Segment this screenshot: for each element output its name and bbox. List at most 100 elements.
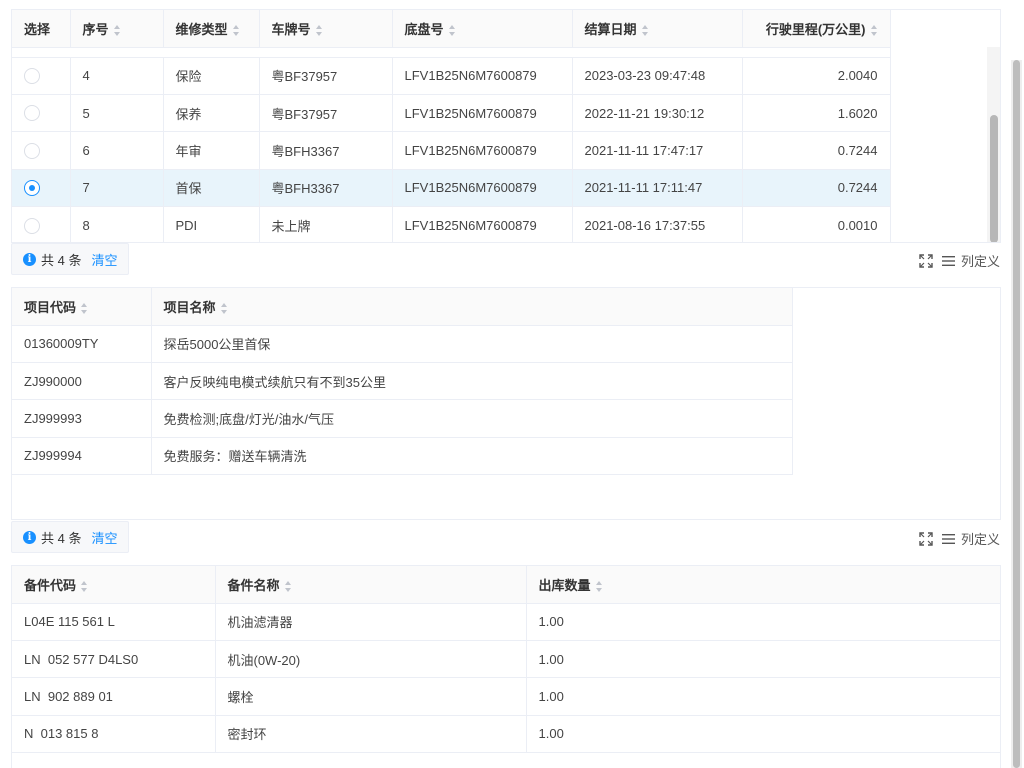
column-settings-button[interactable]: 列定义 xyxy=(961,251,1000,270)
table-row[interactable]: N 013 815 8 密封环 1.00 xyxy=(12,715,1000,754)
table-row[interactable] xyxy=(12,47,891,58)
radio-icon[interactable] xyxy=(24,180,40,197)
row-no: 6 xyxy=(70,131,164,170)
items-header-row: 项目代码 项目名称 xyxy=(12,288,793,326)
table-row[interactable]: L04E 115 561 L 机油滤清器 1.00 xyxy=(12,603,1000,641)
orders-scrollbar[interactable] xyxy=(987,47,1000,242)
radio-icon[interactable] xyxy=(24,217,40,234)
col-header-select: 选择 xyxy=(12,10,71,48)
table-row[interactable]: LN 902 889 01 螺栓 1.00 xyxy=(12,677,1000,716)
col-header-out-qty[interactable]: 出库数量 xyxy=(526,566,1000,604)
row-settle-date: 2022-11-21 19:30:12 xyxy=(572,94,743,133)
item-name: 免费检测;底盘/灯光/油水/气压 xyxy=(151,399,793,438)
item-code: ZJ999994 xyxy=(12,437,152,476)
items-clear-link[interactable]: 清空 xyxy=(91,250,117,269)
col-header-vin[interactable]: 底盘号 xyxy=(392,10,573,48)
column-settings-button[interactable]: 列定义 xyxy=(961,529,1000,548)
row-settle-date: 2021-11-11 17:47:17 xyxy=(572,131,743,170)
table-row[interactable]: ZJ999994 免费服务：赠送车辆清洗 xyxy=(12,437,793,476)
fullscreen-icon[interactable] xyxy=(919,531,933,546)
page-scrollbar[interactable] xyxy=(1011,60,1022,768)
sort-icon[interactable] xyxy=(641,24,649,36)
sort-icon[interactable] xyxy=(113,24,121,36)
row-vin: LFV1B25N6M7600879 xyxy=(392,57,573,95)
row-mileage: 0.7244 xyxy=(742,169,891,208)
item-code: 01360009TY xyxy=(12,325,152,363)
table-row[interactable]: 7 首保 粤BFH3367 LFV1B25N6M7600879 2021-11-… xyxy=(12,169,891,208)
col-header-part-code[interactable]: 备件代码 xyxy=(12,566,216,604)
row-no: 4 xyxy=(70,57,164,95)
list-icon[interactable] xyxy=(941,255,955,267)
items-toolbar: 列定义 xyxy=(919,251,1000,270)
row-settle-date: 2021-08-16 17:37:55 xyxy=(572,206,743,242)
parts-table: 备件代码 备件名称 出库数量 L04E 115 561 L 机油滤清器 1.00… xyxy=(12,566,1000,754)
sort-icon[interactable] xyxy=(284,580,292,592)
part-code: L04E 115 561 L xyxy=(12,603,216,641)
item-name: 免费服务：赠送车辆清洗 xyxy=(151,437,793,476)
table-row[interactable]: LN 052 577 D4LS0 机油(0W-20) 1.00 xyxy=(12,640,1000,679)
page-scrollbar-thumb[interactable] xyxy=(1013,60,1020,768)
sort-icon[interactable] xyxy=(81,580,88,592)
row-repair-type: PDI xyxy=(163,206,260,242)
part-qty: 1.00 xyxy=(526,640,1000,679)
row-repair-type: 保养 xyxy=(163,94,260,133)
sort-icon[interactable] xyxy=(232,24,240,36)
table-row[interactable]: 6 年审 粤BFH3367 LFV1B25N6M7600879 2021-11-… xyxy=(12,131,891,170)
sort-icon[interactable] xyxy=(81,302,88,314)
col-header-repair-type[interactable]: 维修类型 xyxy=(163,10,260,48)
parts-clear-link[interactable]: 清空 xyxy=(91,528,117,547)
orders-scrollbar-thumb[interactable] xyxy=(990,115,998,242)
table-row[interactable]: 8 PDI 未上牌 LFV1B25N6M7600879 2021-08-16 1… xyxy=(12,206,891,242)
row-select-cell[interactable] xyxy=(12,169,71,208)
parts-toolbar: 列定义 xyxy=(919,529,1000,548)
part-qty: 1.00 xyxy=(526,677,1000,716)
row-plate: 粤BFH3367 xyxy=(259,169,393,208)
sort-icon[interactable] xyxy=(220,302,228,314)
radio-icon[interactable] xyxy=(24,105,40,122)
row-select-cell[interactable] xyxy=(12,131,71,170)
sort-icon[interactable] xyxy=(448,24,456,36)
sort-icon[interactable] xyxy=(870,24,878,36)
fullscreen-icon[interactable] xyxy=(919,253,933,268)
part-name: 螺栓 xyxy=(215,677,527,716)
info-icon: i xyxy=(23,530,36,544)
sort-icon[interactable] xyxy=(315,24,323,36)
col-header-item-name[interactable]: 项目名称 xyxy=(151,288,793,326)
table-row[interactable]: ZJ990000 客户反映纯电模式续航只有不到35公里 xyxy=(12,362,793,401)
table-row[interactable]: ZJ999993 免费检测;底盘/灯光/油水/气压 xyxy=(12,399,793,438)
radio-icon[interactable] xyxy=(24,142,40,159)
table-row[interactable]: 4 保险 粤BF37957 LFV1B25N6M7600879 2023-03-… xyxy=(12,57,891,95)
row-no: 7 xyxy=(70,169,164,208)
row-repair-type: 年审 xyxy=(163,131,260,170)
table-row[interactable]: 01360009TY 探岳5000公里首保 xyxy=(12,325,793,363)
items-summary-bar: i 共 4 条 清空 xyxy=(11,243,130,275)
part-name: 密封环 xyxy=(215,715,527,754)
col-header-part-name[interactable]: 备件名称 xyxy=(215,566,527,604)
items-table: 项目代码 项目名称 01360009TY 探岳5000公里首保 ZJ990000… xyxy=(12,288,793,476)
row-select-cell[interactable] xyxy=(12,94,71,133)
row-vin: LFV1B25N6M7600879 xyxy=(392,206,573,242)
col-header-plate[interactable]: 车牌号 xyxy=(259,10,393,48)
row-plate: 粤BFH3367 xyxy=(259,131,393,170)
sort-icon[interactable] xyxy=(595,580,603,592)
row-no: 8 xyxy=(70,206,164,242)
row-plate: 粤BF37957 xyxy=(259,94,393,133)
row-plate: 粤BF37957 xyxy=(259,57,393,95)
items-count: 共 4 条 xyxy=(41,252,82,268)
part-name: 机油滤清器 xyxy=(215,603,527,641)
col-header-no[interactable]: 序号 xyxy=(70,10,164,48)
row-select-cell[interactable] xyxy=(12,206,71,242)
col-header-item-code[interactable]: 项目代码 xyxy=(12,288,152,326)
part-code: N 013 815 8 xyxy=(12,715,216,754)
row-settle-date: 2021-11-11 17:11:47 xyxy=(572,169,743,208)
radio-icon[interactable] xyxy=(24,67,40,84)
col-header-settle-date[interactable]: 结算日期 xyxy=(572,10,743,48)
item-name: 客户反映纯电模式续航只有不到35公里 xyxy=(151,362,793,401)
col-header-mileage[interactable]: 行驶里程(万公里) xyxy=(742,10,891,48)
row-select-cell[interactable] xyxy=(12,57,71,95)
info-icon: i xyxy=(23,252,36,266)
list-icon[interactable] xyxy=(941,533,955,545)
table-row[interactable]: 5 保养 粤BF37957 LFV1B25N6M7600879 2022-11-… xyxy=(12,94,891,133)
row-mileage: 0.7244 xyxy=(742,131,891,170)
row-plate: 未上牌 xyxy=(259,206,393,242)
